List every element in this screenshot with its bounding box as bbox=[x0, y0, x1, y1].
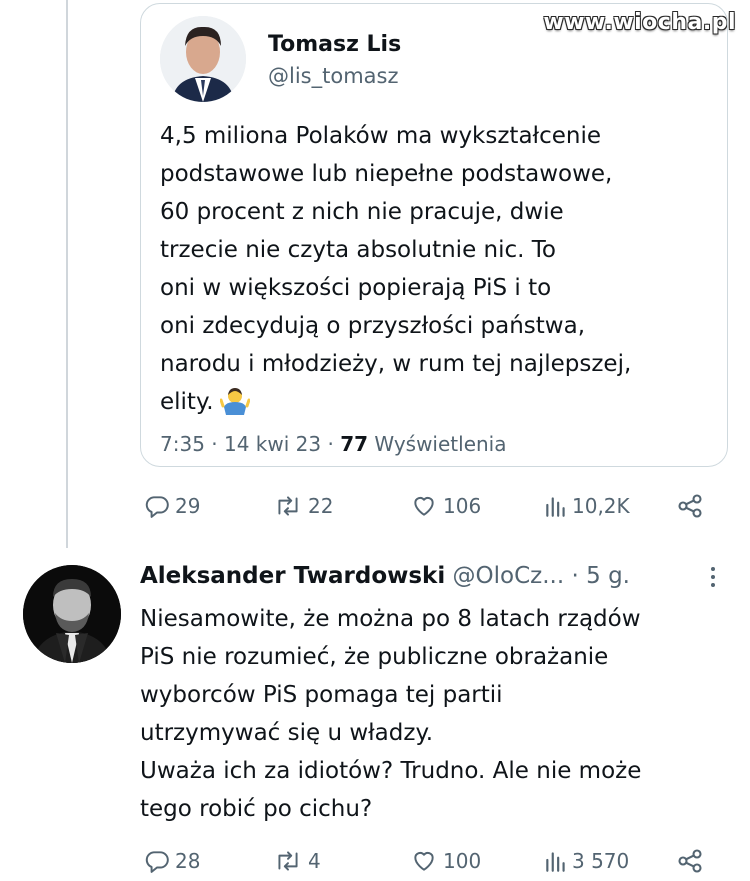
views-button[interactable]: 10,2K bbox=[545, 493, 630, 519]
author-handle[interactable]: @lis_tomasz bbox=[268, 64, 398, 88]
like-count: 106 bbox=[443, 494, 482, 518]
tweet-text: Niesamowite, że można po 8 latach rządów… bbox=[140, 606, 642, 822]
tweet-time[interactable]: · 5 g. bbox=[572, 563, 630, 589]
tweet-time[interactable]: 7:35 bbox=[160, 432, 205, 456]
tweet-body: 4,5 miliona Polaków ma wykształcenie pod… bbox=[160, 123, 632, 415]
main-tweet-action-bar: 29 22 106 10,2K bbox=[140, 486, 720, 526]
retweet-button[interactable]: 4 bbox=[273, 848, 321, 874]
more-icon[interactable] bbox=[706, 565, 720, 593]
avatar[interactable] bbox=[23, 565, 121, 663]
views-count: 77 bbox=[340, 432, 369, 456]
reply-count: 29 bbox=[175, 494, 201, 518]
reply-header: Aleksander Twardowski @OloCz... · 5 g. bbox=[140, 563, 730, 589]
share-icon bbox=[676, 847, 704, 875]
retweet-icon bbox=[273, 493, 303, 519]
views-count: 3 570 bbox=[572, 849, 630, 873]
reply-count: 28 bbox=[175, 849, 201, 873]
tweet-date[interactable]: 14 kwi 23 bbox=[224, 432, 321, 456]
separator: · bbox=[211, 432, 218, 456]
author-name[interactable]: Tomasz Lis bbox=[268, 32, 401, 57]
share-button[interactable] bbox=[676, 847, 704, 875]
views-label: Wyświetlenia bbox=[374, 432, 507, 456]
like-icon bbox=[410, 493, 438, 519]
quoted-tweet-card[interactable]: Tomasz Lis @lis_tomasz 4,5 miliona Polak… bbox=[140, 3, 728, 467]
retweet-button[interactable]: 22 bbox=[273, 493, 333, 519]
views-count: 10,2K bbox=[572, 494, 630, 518]
views-button[interactable]: 3 570 bbox=[545, 848, 629, 874]
avatar[interactable] bbox=[160, 16, 246, 102]
author-handle[interactable]: @OloCz... bbox=[453, 563, 565, 589]
retweet-count: 22 bbox=[308, 494, 334, 518]
views-icon bbox=[545, 848, 567, 874]
author-name[interactable]: Aleksander Twardowski bbox=[140, 563, 445, 589]
retweet-icon bbox=[273, 848, 303, 874]
thread-line bbox=[66, 0, 68, 548]
reply-button[interactable]: 29 bbox=[144, 493, 200, 519]
share-icon bbox=[676, 492, 704, 520]
like-count: 100 bbox=[443, 849, 482, 873]
like-button[interactable]: 106 bbox=[410, 493, 481, 519]
views-icon bbox=[545, 493, 567, 519]
reply-icon bbox=[144, 848, 170, 874]
like-button[interactable]: 100 bbox=[410, 848, 481, 874]
person-shrugging-emoji bbox=[219, 385, 251, 427]
retweet-count: 4 bbox=[308, 849, 321, 873]
reply-icon bbox=[144, 493, 170, 519]
reply-button[interactable]: 28 bbox=[144, 848, 200, 874]
tweet-meta: 7:35 · 14 kwi 23 · 77 Wyświetlenia bbox=[160, 432, 506, 456]
separator: · bbox=[327, 432, 334, 456]
tweet-text: 4,5 miliona Polaków ma wykształcenie pod… bbox=[160, 117, 720, 427]
reply-action-bar: 28 4 100 3 570 bbox=[140, 841, 720, 881]
like-icon bbox=[410, 848, 438, 874]
share-button[interactable] bbox=[676, 492, 704, 520]
